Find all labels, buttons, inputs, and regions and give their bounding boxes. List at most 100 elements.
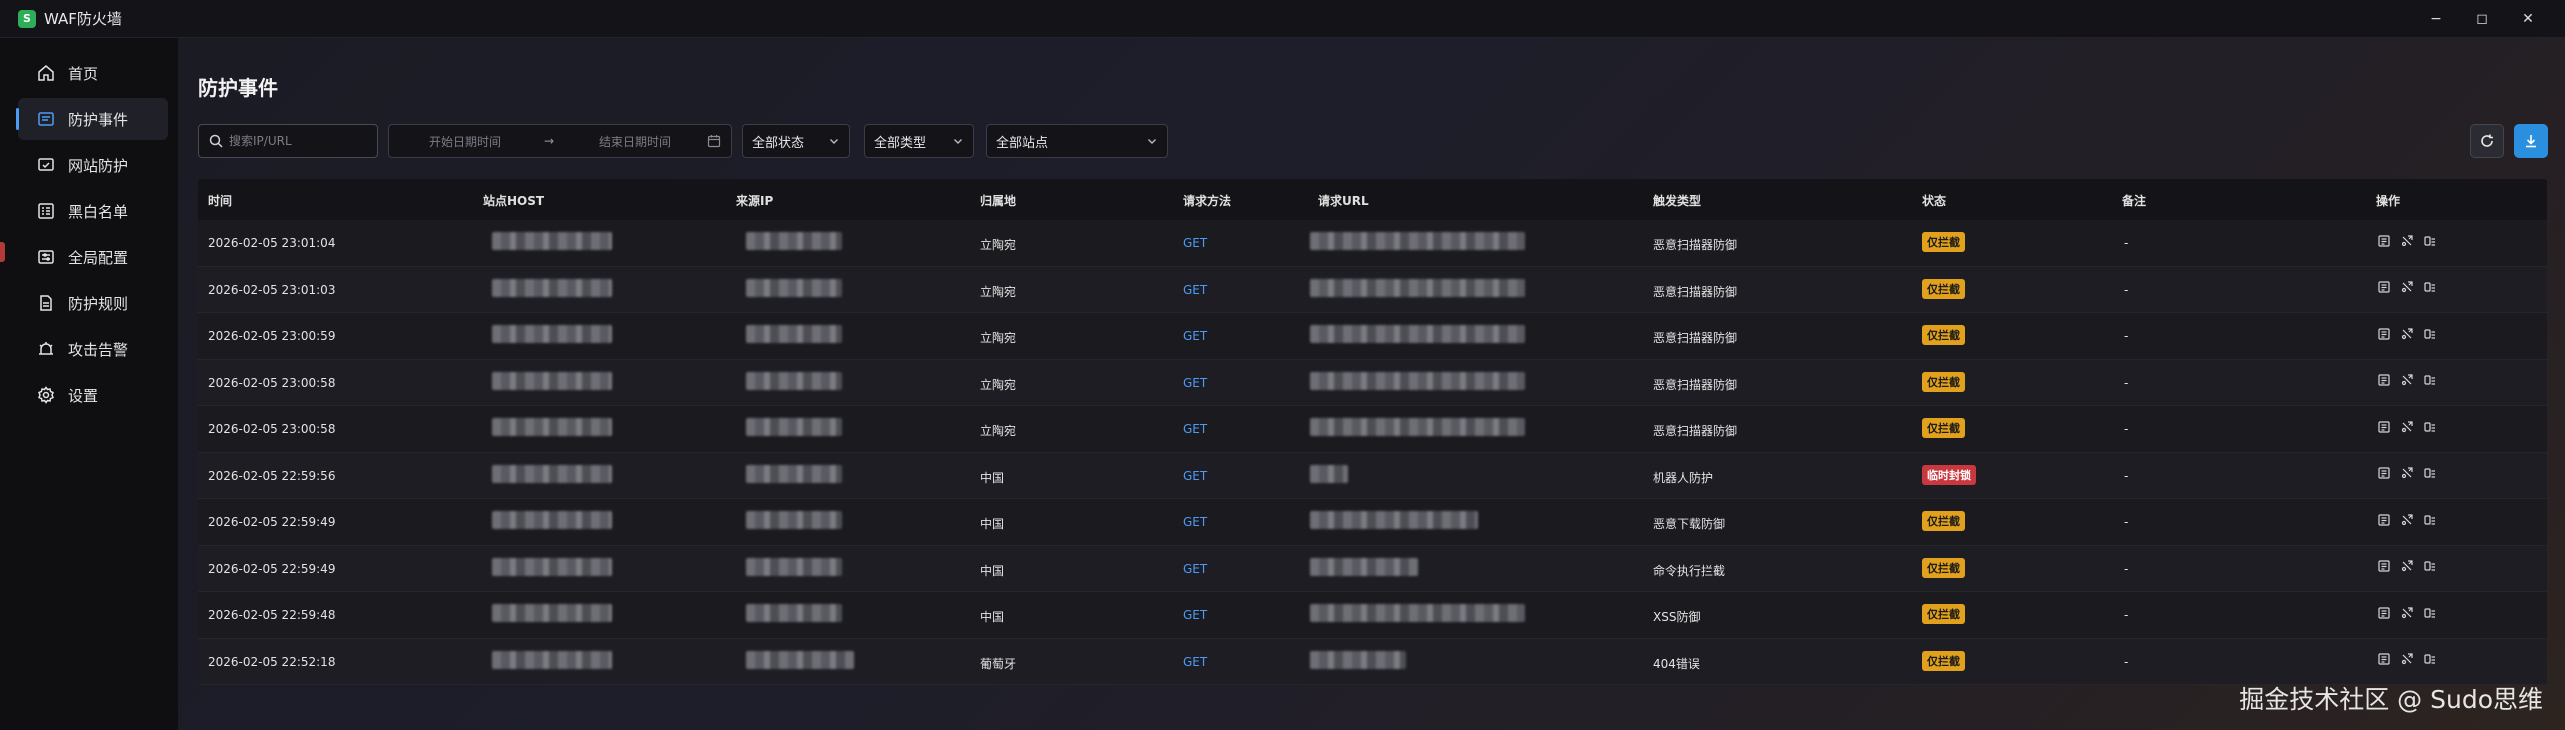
- column-header-status: 状态: [1922, 194, 1947, 208]
- whitelist-icon[interactable]: [2399, 466, 2414, 481]
- cell-note: -: [2124, 329, 2129, 343]
- sidebar-item-events[interactable]: 防护事件: [16, 98, 168, 140]
- table-row[interactable]: 2026-02-05 22:52:18 葡萄牙 GET 404错误 仅拦截 -: [198, 638, 2547, 685]
- table-row[interactable]: 2026-02-05 23:01:03 立陶宛 GET 恶意扫描器防御 仅拦截 -: [198, 266, 2547, 313]
- view-detail-icon[interactable]: [2376, 419, 2391, 434]
- minimize-button[interactable]: −: [2413, 0, 2459, 38]
- cell-location: 中国: [980, 563, 1005, 578]
- cell-method: GET: [1183, 468, 1208, 483]
- sidebar-item-settings[interactable]: 设置: [18, 374, 168, 416]
- download-button[interactable]: [2514, 124, 2548, 158]
- row-actions: [2376, 512, 2437, 527]
- date-start-input[interactable]: 开始日期时间: [429, 133, 501, 150]
- sidebar-item-rules[interactable]: 防护规则: [18, 282, 168, 324]
- type-select[interactable]: 全部类型: [864, 124, 974, 158]
- table-row[interactable]: 2026-02-05 22:59:49 中国 GET 命令执行拦截 仅拦截 -: [198, 545, 2547, 592]
- maximize-button[interactable]: ◻: [2459, 0, 2505, 38]
- search-field[interactable]: [198, 124, 378, 158]
- search-input[interactable]: [229, 134, 369, 148]
- whitelist-icon[interactable]: [2399, 326, 2414, 341]
- cell-url-redacted: [1310, 604, 1525, 622]
- whitelist-icon[interactable]: [2399, 373, 2414, 388]
- view-detail-icon[interactable]: [2376, 280, 2391, 295]
- block-ip-icon[interactable]: [2422, 373, 2437, 388]
- cell-time: 2026-02-05 22:52:18: [208, 654, 336, 669]
- view-detail-icon[interactable]: [2376, 326, 2391, 341]
- site-select[interactable]: 全部站点: [986, 124, 1168, 158]
- cell-method: GET: [1183, 422, 1208, 436]
- cell-url-redacted: [1310, 511, 1478, 529]
- sidebar-item-global-config[interactable]: 全局配置: [18, 236, 168, 278]
- sidebar-item-attack-alert[interactable]: 攻击告警: [18, 328, 168, 370]
- cell-ip-redacted: [746, 604, 842, 622]
- cell-time: 2026-02-05 22:59:49: [208, 515, 336, 529]
- column-header-time: 时间: [208, 194, 233, 208]
- block-ip-icon[interactable]: [2422, 605, 2437, 620]
- status-badge: 仅拦截: [1922, 557, 1965, 578]
- block-ip-icon[interactable]: [2422, 512, 2437, 527]
- block-ip-icon[interactable]: [2422, 559, 2437, 574]
- cell-note: -: [2124, 608, 2129, 622]
- view-detail-icon[interactable]: [2376, 373, 2391, 388]
- table-row[interactable]: 2026-02-05 23:00:59 立陶宛 GET 恶意扫描器防御 仅拦截 -: [198, 313, 2547, 360]
- table-row[interactable]: 2026-02-05 23:00:58 立陶宛 GET 恶意扫描器防御 仅拦截 -: [198, 359, 2547, 406]
- home-icon: [36, 63, 56, 83]
- view-detail-icon[interactable]: [2376, 233, 2391, 248]
- view-detail-icon[interactable]: [2376, 512, 2391, 527]
- status-badge: 仅拦截: [1922, 604, 1965, 624]
- cell-ip-redacted: [746, 650, 854, 669]
- block-ip-icon[interactable]: [2422, 419, 2437, 434]
- date-end-input[interactable]: 结束日期时间: [599, 133, 671, 150]
- status-badge: 仅拦截: [1922, 232, 1965, 252]
- cell-location: 立陶宛: [980, 331, 1017, 345]
- page-title: 防护事件: [198, 76, 278, 100]
- sidebar-item-label: 首页: [68, 64, 99, 83]
- column-header-host: 站点HOST: [483, 194, 545, 208]
- sidebar-item-home[interactable]: 首页: [18, 52, 168, 94]
- table-row[interactable]: 2026-02-05 23:00:58 立陶宛 GET 恶意扫描器防御 仅拦截 -: [198, 406, 2547, 453]
- status-select[interactable]: 全部状态: [742, 124, 850, 158]
- table-row[interactable]: 2026-02-05 22:59:56 中国 GET 机器人防护 临时封锁 -: [198, 452, 2547, 499]
- view-detail-icon[interactable]: [2376, 466, 2391, 481]
- whitelist-icon[interactable]: [2399, 652, 2414, 667]
- cell-ip-redacted: [746, 464, 842, 483]
- column-header-note: 备注: [2122, 194, 2147, 208]
- whitelist-icon[interactable]: [2399, 605, 2414, 620]
- search-icon: [209, 134, 223, 148]
- window-controls: − ◻ ✕: [2413, 0, 2551, 38]
- block-ip-icon[interactable]: [2422, 652, 2437, 667]
- status-select-value: 全部状态: [752, 135, 805, 151]
- sidebar-item-blacklist[interactable]: 黑白名单: [18, 190, 168, 232]
- whitelist-icon[interactable]: [2399, 233, 2414, 248]
- block-ip-icon[interactable]: [2422, 466, 2437, 481]
- view-detail-icon[interactable]: [2376, 605, 2391, 620]
- whitelist-icon[interactable]: [2399, 419, 2414, 434]
- view-detail-icon[interactable]: [2376, 652, 2391, 667]
- table-row[interactable]: 2026-02-05 23:01:04 立陶宛 GET 恶意扫描器防御 仅拦截 -: [198, 220, 2547, 267]
- whitelist-icon[interactable]: [2399, 559, 2414, 574]
- cell-method: GET: [1183, 515, 1208, 529]
- view-detail-icon[interactable]: [2376, 559, 2391, 574]
- sidebar-item-label: 全局配置: [68, 248, 129, 267]
- whitelist-icon[interactable]: [2399, 512, 2414, 527]
- block-ip-icon[interactable]: [2422, 326, 2437, 341]
- table-row[interactable]: 2026-02-05 22:59:49 中国 GET 恶意下载防御 仅拦截 -: [198, 499, 2547, 546]
- sidebar-item-label: 防护规则: [68, 294, 129, 313]
- block-ip-icon[interactable]: [2422, 280, 2437, 295]
- cell-ip-redacted: [746, 557, 842, 576]
- cell-note: -: [2124, 654, 2129, 669]
- cell-location: 葡萄牙: [980, 656, 1017, 671]
- cell-url-redacted: [1310, 325, 1525, 343]
- whitelist-icon[interactable]: [2399, 280, 2414, 295]
- row-actions: [2376, 419, 2437, 434]
- refresh-button[interactable]: [2470, 124, 2504, 158]
- status-badge: 仅拦截: [1922, 511, 1965, 531]
- date-range-picker[interactable]: 开始日期时间 → 结束日期时间: [388, 124, 732, 158]
- sidebar-item-label: 网站防护: [68, 156, 129, 175]
- type-select-value: 全部类型: [874, 135, 927, 151]
- table-row[interactable]: 2026-02-05 22:59:48 中国 GET XSS防御 仅拦截 -: [198, 592, 2547, 639]
- close-button[interactable]: ✕: [2505, 0, 2551, 38]
- status-badge: 仅拦截: [1922, 371, 1965, 392]
- block-ip-icon[interactable]: [2422, 233, 2437, 248]
- sidebar-item-site-protection[interactable]: 网站防护: [18, 144, 168, 186]
